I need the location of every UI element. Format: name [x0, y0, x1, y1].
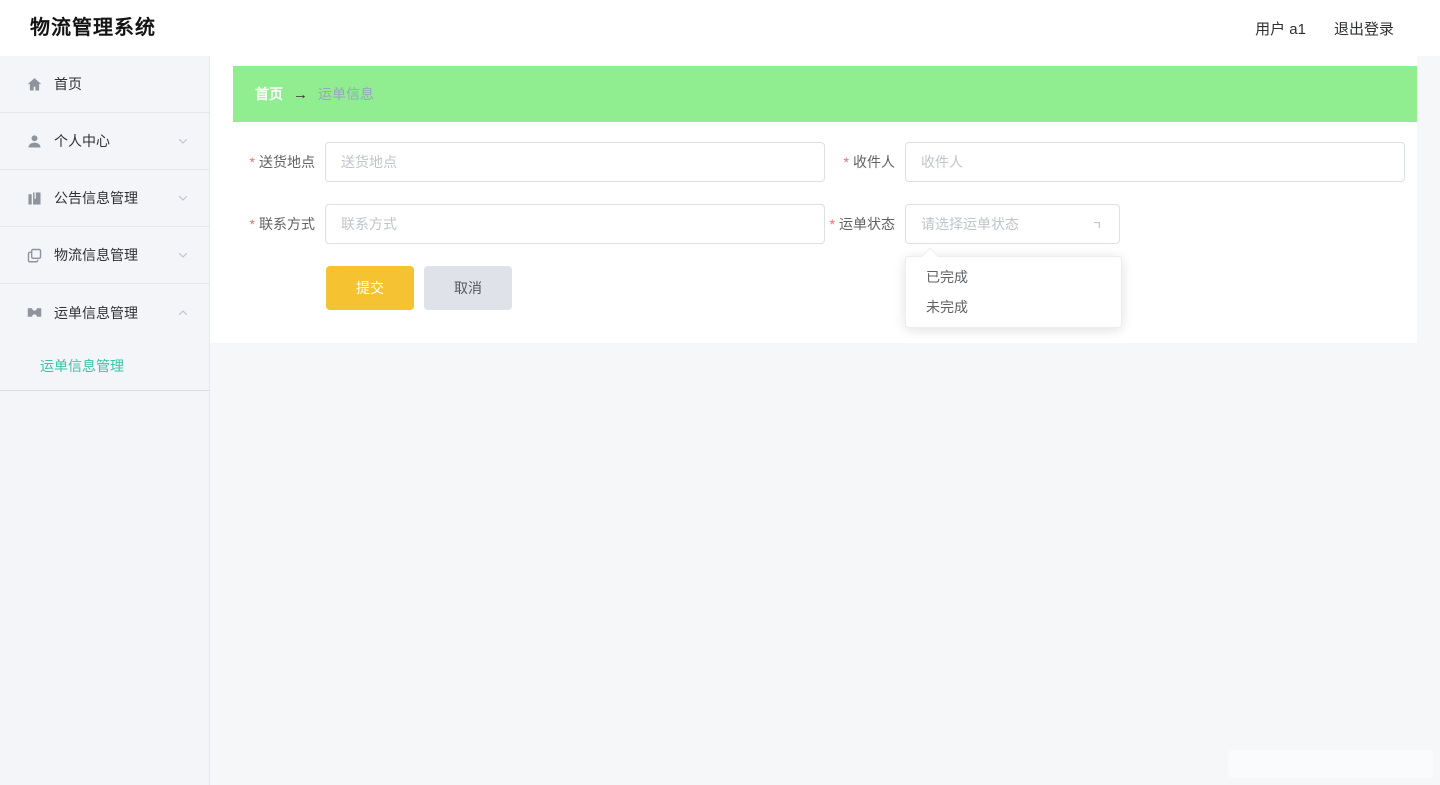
- status-option-incomplete[interactable]: 未完成: [906, 292, 1121, 322]
- chevron-down-icon: [177, 249, 189, 261]
- user-icon: [26, 133, 43, 150]
- submit-button[interactable]: 提交: [326, 266, 414, 310]
- status-label: * 运单状态: [829, 216, 895, 232]
- required-marker: *: [249, 154, 255, 170]
- sidebar: 首页 个人中心 公告信息管理 物流信息管理 运单信息管理 运单信息管理: [0, 56, 210, 785]
- sidebar-item-label: 个人中心: [54, 133, 110, 149]
- app-header: 物流管理系统 用户 a1 退出登录: [0, 0, 1440, 56]
- sidebar-subitem-label: 运单信息管理: [40, 357, 124, 374]
- recipient-label: * 收件人: [843, 154, 895, 170]
- watermark: [1228, 750, 1433, 778]
- main-content: 首页 → 运单信息 *送货地点 *收件人 *联系方式 *运单状态 请选择运单状态…: [210, 56, 1417, 343]
- contact-input[interactable]: [325, 204, 825, 244]
- sidebar-item-label: 公告信息管理: [54, 190, 138, 206]
- chevron-up-icon: [177, 307, 189, 319]
- waybill-icon: [26, 304, 43, 321]
- breadcrumb: 首页 → 运单信息: [233, 66, 1417, 122]
- status-dropdown: 已完成 未完成: [905, 247, 1122, 328]
- breadcrumb-home-link[interactable]: 首页: [255, 84, 283, 104]
- required-marker: *: [829, 216, 835, 232]
- sidebar-item-home[interactable]: 首页: [0, 56, 209, 113]
- chevron-down-icon: [177, 192, 189, 204]
- breadcrumb-current: 运单信息: [318, 86, 374, 102]
- notice-icon: [26, 190, 43, 207]
- contact-label: * 联系方式: [249, 216, 315, 232]
- sidebar-item-label: 物流信息管理: [54, 247, 138, 263]
- delivery-location-input[interactable]: [325, 142, 825, 182]
- logout-link[interactable]: 退出登录: [1334, 18, 1394, 39]
- sidebar-item-logistics[interactable]: 物流信息管理: [0, 227, 209, 284]
- status-select-placeholder: 请选择运单状态: [921, 216, 1019, 232]
- select-arrow-icon: [1090, 216, 1107, 233]
- logistics-icon: [26, 247, 43, 264]
- cancel-button[interactable]: 取消: [424, 266, 512, 310]
- status-select[interactable]: 请选择运单状态: [905, 204, 1120, 244]
- user-label: 用户 a1: [1255, 20, 1306, 38]
- breadcrumb-separator: →: [293, 85, 308, 103]
- sidebar-item-waybill[interactable]: 运单信息管理: [0, 284, 209, 341]
- sidebar-item-label: 首页: [54, 76, 82, 92]
- recipient-input[interactable]: [905, 142, 1405, 182]
- required-marker: *: [249, 216, 255, 232]
- sidebar-item-announcements[interactable]: 公告信息管理: [0, 170, 209, 227]
- required-marker: *: [843, 154, 849, 170]
- delivery-location-label: * 送货地点: [249, 154, 315, 170]
- home-icon: [26, 76, 43, 93]
- status-option-completed[interactable]: 已完成: [906, 262, 1121, 292]
- sidebar-item-label: 运单信息管理: [54, 304, 138, 321]
- header-right: 用户 a1 退出登录: [1255, 0, 1394, 56]
- chevron-down-icon: [177, 135, 189, 147]
- app-title: 物流管理系统: [30, 17, 156, 39]
- sidebar-subitem-waybill-management[interactable]: 运单信息管理: [0, 341, 209, 391]
- sidebar-item-profile[interactable]: 个人中心: [0, 113, 209, 170]
